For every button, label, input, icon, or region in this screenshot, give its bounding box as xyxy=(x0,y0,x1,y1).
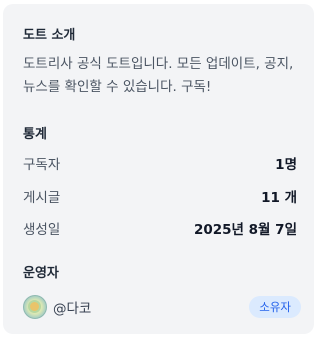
operator-name[interactable]: @다코 xyxy=(53,297,91,317)
stat-row-posts: 게시글 11 개 xyxy=(23,186,297,206)
stat-label: 구독자 xyxy=(23,157,61,173)
stats-title: 통계 xyxy=(23,127,47,142)
stat-label: 생성일 xyxy=(23,222,61,238)
stat-label: 게시글 xyxy=(23,190,61,206)
operator-item[interactable]: @다코 소유자 xyxy=(23,294,301,320)
stat-value: 2025년 8월 7일 xyxy=(193,222,297,238)
stat-row-created: 생성일 2025년 8월 7일 xyxy=(23,218,297,238)
operators-title: 운영자 xyxy=(23,266,59,281)
info-card: 도트 소개 도트리사 공식 도트입니다. 모든 업데이트, 공지, 뉴스를 확인… xyxy=(3,4,314,334)
about-description: 도트리사 공식 도트입니다. 모든 업데이트, 공지, 뉴스를 확인할 수 있습… xyxy=(23,56,294,95)
stat-row-subscribers: 구독자 1명 xyxy=(23,153,297,173)
about-title: 도트 소개 xyxy=(23,28,76,43)
owner-badge: 소유자 xyxy=(249,296,301,318)
avatar[interactable] xyxy=(23,295,47,319)
stat-value: 11 개 xyxy=(261,190,297,206)
stat-value: 1명 xyxy=(275,157,297,173)
